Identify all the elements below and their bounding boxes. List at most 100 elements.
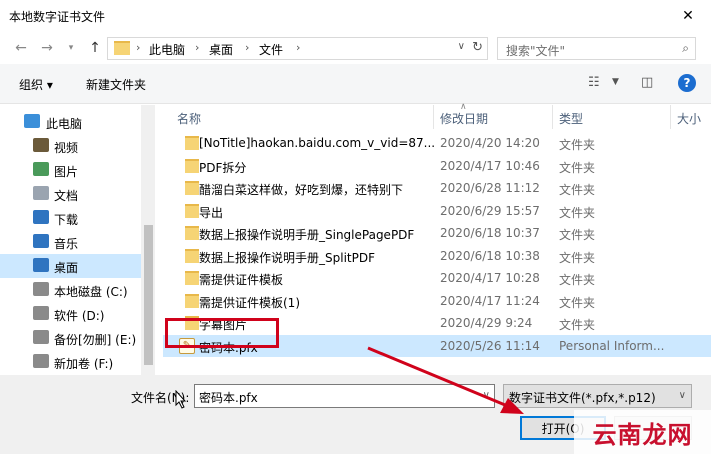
sidebar-item-label: 备份[勿删] (E:) xyxy=(54,333,137,347)
file-type: 文件夹 xyxy=(559,138,596,152)
sidebar-item[interactable]: 文档 xyxy=(0,182,141,206)
file-date: 2020/4/17 11:24 xyxy=(440,293,540,308)
file-row[interactable]: 数据上报操作说明手册_SplitPDF 2020/6/18 10:38 文件夹 xyxy=(163,245,711,267)
file-type: 文件夹 xyxy=(559,160,596,175)
computer-icon xyxy=(24,114,40,128)
filename-value: 密码本.pfx xyxy=(199,391,258,405)
drive-icon xyxy=(33,306,49,320)
close-icon: ✕ xyxy=(682,8,694,24)
sidebar-item[interactable]: 视频 xyxy=(0,134,141,158)
mouse-cursor-icon xyxy=(175,390,187,409)
file-type: 文件夹 xyxy=(559,228,596,242)
sidebar-item[interactable]: 图片 xyxy=(0,158,141,182)
highlight-box xyxy=(165,318,279,348)
file-date: 2020/6/29 15:57 xyxy=(440,203,540,218)
help-icon[interactable]: ? xyxy=(678,74,696,92)
breadcrumb-item[interactable]: 此电脑 xyxy=(149,41,185,58)
pictures-icon xyxy=(33,162,49,176)
breadcrumb-item[interactable]: 桌面 xyxy=(209,41,233,58)
folder-icon xyxy=(185,248,199,263)
sidebar-item[interactable]: 本地磁盘 (C:) xyxy=(0,278,141,302)
filetype-select[interactable]: 数字证书文件(*.pfx,*.p12) ∨ xyxy=(503,384,692,408)
column-divider[interactable] xyxy=(552,105,553,129)
file-row[interactable]: 需提供证件模板 2020/4/17 10:28 文件夹 xyxy=(163,267,711,289)
breadcrumb-item[interactable]: 文件 xyxy=(259,41,283,58)
file-row[interactable]: 需提供证件模板(1) 2020/4/17 11:24 文件夹 xyxy=(163,290,711,312)
file-name: 数据上报操作说明手册_SinglePagePDF xyxy=(199,228,415,242)
file-name: 导出 xyxy=(199,205,224,220)
folder-icon xyxy=(185,293,199,308)
file-row[interactable]: PDF拆分 2020/4/17 10:46 文件夹 xyxy=(163,155,711,177)
refresh-icon[interactable]: ↻ xyxy=(472,40,483,55)
column-type[interactable]: 类型 xyxy=(559,110,583,127)
file-row[interactable]: 醋溜白菜这样做，好吃到爆，还特别下 2020/6/28 11:12 文件夹 xyxy=(163,177,711,199)
file-type: 文件夹 xyxy=(559,273,596,287)
sidebar-item-label: 此电脑 xyxy=(46,117,83,131)
up-button[interactable]: ↑ xyxy=(86,38,104,58)
column-name[interactable]: 名称 xyxy=(177,110,201,127)
desktop-icon xyxy=(33,258,49,272)
sidebar-item[interactable]: 下载 xyxy=(0,206,141,230)
view-options-icon[interactable]: ☷ xyxy=(588,75,600,90)
column-size[interactable]: 大小 xyxy=(677,110,701,127)
column-headers: ∧ 名称 修改日期 类型 大小 xyxy=(163,102,711,129)
sidebar-item-label: 下载 xyxy=(54,213,79,227)
file-date: 2020/5/26 11:14 xyxy=(440,338,540,353)
file-row[interactable]: [NoTitle]haokan.baidu.com_v_vid=87... 202… xyxy=(163,132,711,154)
sidebar-item-label: 本地磁盘 (C:) xyxy=(54,285,128,299)
breadcrumb-separator-icon: › xyxy=(296,41,301,54)
file-name: 需提供证件模板 xyxy=(199,273,284,287)
file-type: 文件夹 xyxy=(559,295,596,310)
recent-locations-button[interactable]: ▾ xyxy=(62,38,80,58)
filename-input[interactable]: 密码本.pfx ∨ xyxy=(194,384,495,408)
file-name: [NoTitle]haokan.baidu.com_v_vid=87... xyxy=(199,136,436,150)
file-date: 2020/6/28 11:12 xyxy=(440,181,540,195)
file-date: 2020/4/20 14:20 xyxy=(440,136,540,150)
file-date: 2020/6/18 10:38 xyxy=(440,248,540,263)
sidebar-item[interactable]: 此电脑 xyxy=(0,110,141,134)
documents-icon xyxy=(33,186,49,200)
file-type: 文件夹 xyxy=(559,318,596,332)
close-button[interactable]: ✕ xyxy=(665,0,711,32)
sidebar-scroll-thumb[interactable] xyxy=(144,225,153,365)
watermark-logo: 云南龙网 xyxy=(574,410,711,454)
organize-button[interactable]: 组织 ▾ xyxy=(19,76,53,93)
address-bar[interactable]: › 此电脑 › 桌面 › 文件 › ∨ ↻ xyxy=(107,37,488,60)
column-divider[interactable] xyxy=(433,105,434,129)
search-placeholder: 搜索"文件" xyxy=(506,44,566,58)
sidebar-item[interactable]: 桌面 xyxy=(0,254,141,278)
preview-pane-icon[interactable]: ◫ xyxy=(641,75,653,90)
search-box[interactable]: 搜索"文件" ⌕ xyxy=(497,37,696,60)
view-dropdown-icon[interactable]: ▼ xyxy=(612,77,619,87)
file-row[interactable]: 导出 2020/6/29 15:57 文件夹 xyxy=(163,200,711,222)
file-date: 2020/4/17 10:28 xyxy=(440,271,540,285)
chevron-down-icon[interactable]: ∨ xyxy=(483,390,490,401)
file-type: Personal Inform... xyxy=(559,338,665,353)
breadcrumb-separator-icon: › xyxy=(195,41,200,54)
music-icon xyxy=(33,234,49,248)
folder-icon xyxy=(114,41,130,55)
sidebar-item[interactable]: 新加卷 (F:) xyxy=(0,350,141,374)
column-divider[interactable] xyxy=(670,105,671,129)
sidebar-item[interactable]: 软件 (D:) xyxy=(0,302,141,326)
sidebar-item-label: 图片 xyxy=(54,165,79,179)
forward-button[interactable]: → xyxy=(38,38,56,58)
folder-icon xyxy=(185,226,199,240)
file-date: 2020/4/29 9:24 xyxy=(440,316,533,330)
download-icon xyxy=(33,210,49,224)
sidebar-item[interactable]: 音乐 xyxy=(0,230,141,254)
search-icon[interactable]: ⌕ xyxy=(682,41,689,56)
file-type: 文件夹 xyxy=(559,183,596,197)
window-title: 本地数字证书文件 xyxy=(9,10,106,24)
back-button[interactable]: ← xyxy=(12,38,30,58)
column-date[interactable]: 修改日期 xyxy=(440,110,488,127)
chevron-down-icon: ▾ xyxy=(68,43,74,53)
address-dropdown-icon[interactable]: ∨ xyxy=(458,41,465,52)
new-folder-button[interactable]: 新建文件夹 xyxy=(86,76,146,93)
folder-icon xyxy=(185,158,199,173)
file-row[interactable]: 数据上报操作说明手册_SinglePagePDF 2020/6/18 10:37 文… xyxy=(163,222,711,244)
sidebar-item-label: 软件 (D:) xyxy=(54,309,105,323)
breadcrumb-separator-icon: › xyxy=(245,41,250,54)
folder-icon xyxy=(185,181,199,195)
sidebar-item[interactable]: 备份[勿删] (E:) xyxy=(0,326,141,350)
